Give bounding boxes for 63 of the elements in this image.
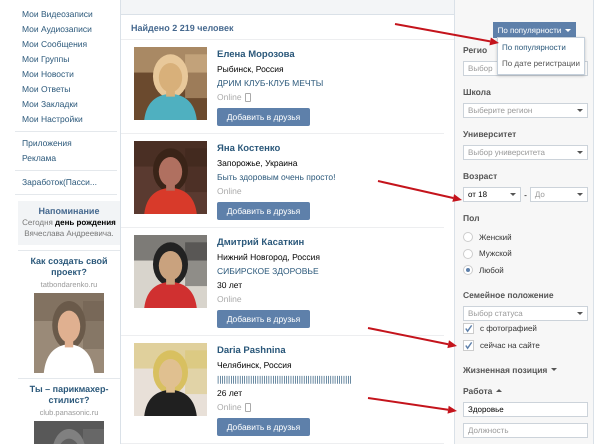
menu-item[interactable]: Мои Закладки (22, 97, 117, 112)
person-status: ДРИМ КЛУБ-КЛУБ МЕЧТЫ (217, 77, 324, 89)
person-city: Челябинск, Россия (217, 359, 293, 371)
menu-item[interactable]: Заработок(Пасси... (22, 175, 117, 190)
add-friend-button[interactable]: Добавить в друзья (217, 108, 310, 126)
online-status: Online (217, 91, 242, 103)
filter-label: Регио (463, 45, 488, 55)
section-toggle[interactable]: Работа (463, 386, 502, 396)
range-separator: - (524, 190, 527, 200)
person-status: СИБИРСКОЕ ЗДОРОВЬЕ (217, 265, 320, 277)
add-friend-button[interactable]: Добавить в друзья (217, 418, 310, 436)
menu-item[interactable]: Мои Ответы (22, 82, 117, 97)
person-status: Быть здоровым очень просто! (217, 171, 336, 183)
section-toggle[interactable]: Жизненная позиция (463, 364, 558, 374)
filter-label: Возраст (463, 171, 498, 181)
menu-item[interactable]: Реклама (22, 151, 117, 166)
checkbox[interactable] (463, 340, 474, 351)
person-age: 30 лет (217, 279, 244, 291)
select-field[interactable]: от 18 (463, 187, 522, 202)
results-count: Найдено 2 219 человек (121, 15, 454, 40)
radio-button[interactable] (463, 232, 473, 242)
radio-button[interactable] (463, 265, 473, 276)
online-status: Online (217, 293, 242, 305)
ad-title[interactable]: Как создать свой проект? (18, 256, 120, 278)
add-friend-button[interactable]: Добавить в друзья (217, 202, 310, 220)
menu-item[interactable]: Мои Новости (22, 67, 117, 82)
person-status: ||||||||||||||||||||||||||||||||||||||||||||||||||||||||||||| (217, 373, 352, 385)
person-name[interactable]: Елена Морозова (217, 49, 324, 61)
text-field[interactable]: Здоровье (463, 402, 588, 416)
reminder-title: Напоминание (38, 206, 100, 216)
menu-item[interactable]: Мои Настройки (22, 112, 117, 127)
filter-label: Пол (463, 213, 480, 223)
sort-dropdown[interactable]: По популярности (493, 22, 576, 38)
person-name[interactable]: Daria Pashnina (217, 345, 352, 357)
checkbox-label: сейчас на сайте (480, 340, 540, 350)
online-status: Online (217, 185, 242, 197)
menu-option[interactable]: По дате регистрации (498, 56, 584, 72)
menu-item[interactable]: Мои Аудиозаписи (22, 22, 117, 37)
radio-label: Мужской (479, 249, 512, 258)
person-name[interactable]: Дмитрий Касаткин (217, 237, 320, 249)
radio-label: Женский (479, 232, 512, 242)
filter-label: Школа (463, 87, 491, 97)
person-age: 26 лет (217, 387, 244, 399)
text-field[interactable]: Должность (463, 422, 588, 438)
online-status: Online (217, 401, 242, 413)
filter-label: Семейное положение (463, 290, 554, 300)
add-friend-button[interactable]: Добавить в друзья (217, 310, 310, 328)
checkbox[interactable] (463, 323, 474, 334)
menu-item[interactable]: Мои Сообщения (22, 37, 117, 52)
menu-option[interactable]: По популярности (498, 40, 584, 56)
menu-item[interactable]: Мои Видеозаписи (22, 7, 117, 22)
person-city: Нижний Новгород, Россия (217, 251, 320, 263)
radio-button[interactable] (463, 248, 473, 259)
checkbox-label: с фотографией (480, 324, 537, 334)
radio-label: Любой (479, 266, 504, 275)
person-city: Рыбинск, Россия (217, 63, 285, 75)
person-city: Запорожье, Украина (217, 157, 298, 169)
filter-label: Университет (463, 129, 516, 139)
menu-item[interactable]: Приложения (22, 136, 117, 151)
menu-item[interactable]: Мои Группы (22, 52, 117, 67)
person-name[interactable]: Яна Костенко (217, 143, 336, 155)
reminder-text: Сегодня день рождения Вячеслава Андреевича. (21, 218, 117, 239)
ad-title[interactable]: Ты – парикмахер-стилист? (18, 384, 120, 406)
